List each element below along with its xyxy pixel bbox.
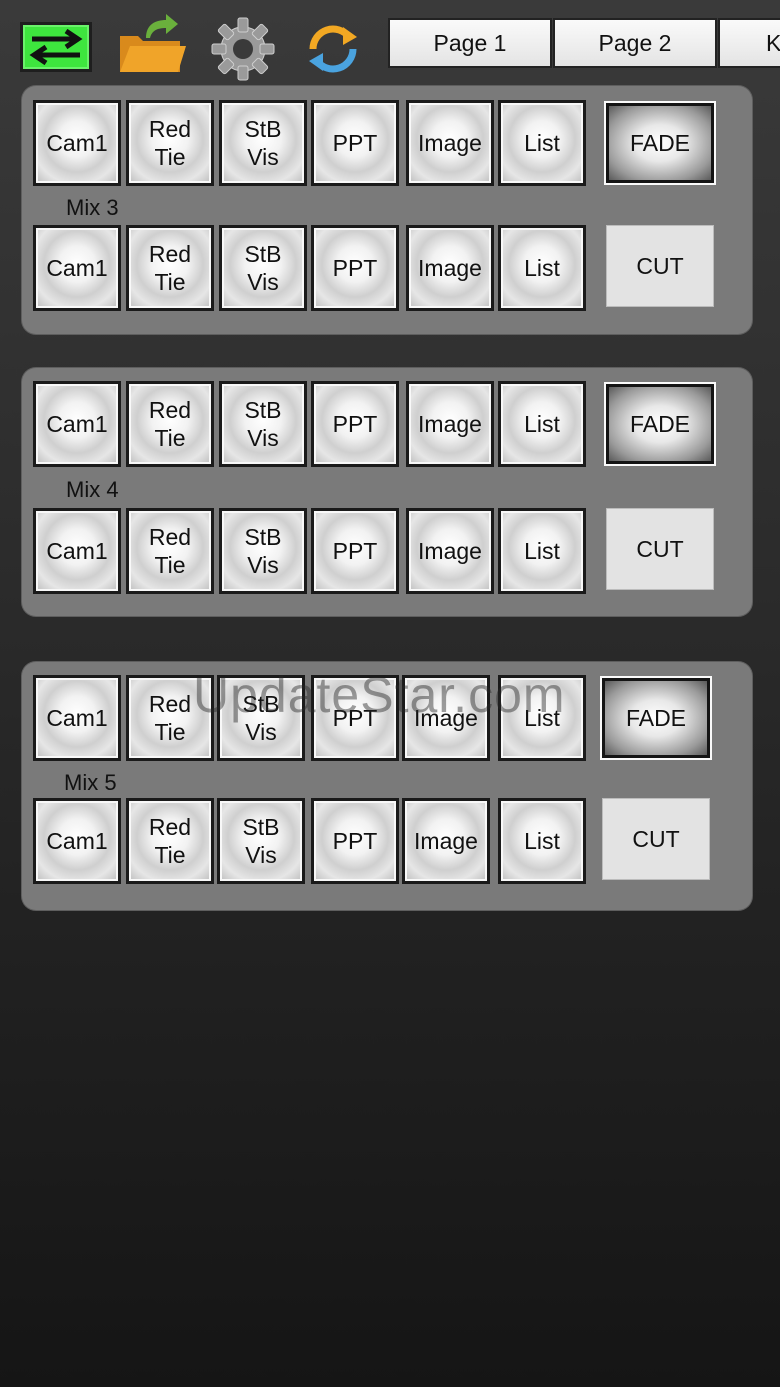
- preview-source-button[interactable]: Red Tie: [126, 225, 214, 311]
- preview-source-button[interactable]: StB Vis: [219, 225, 307, 311]
- program-source-button[interactable]: Image: [402, 675, 490, 761]
- fade-button[interactable]: FADE: [606, 384, 714, 464]
- mix-panel: Cam1 Red Tie StB Vis PPT Image List FADE…: [22, 662, 752, 910]
- preview-source-button[interactable]: List: [498, 798, 586, 884]
- swap-arrows-icon: [29, 28, 83, 66]
- preview-source-button[interactable]: List: [498, 508, 586, 594]
- preview-source-button[interactable]: StB Vis: [219, 508, 307, 594]
- preview-source-button[interactable]: Image: [402, 798, 490, 884]
- preview-source-button[interactable]: Image: [406, 508, 494, 594]
- program-source-button[interactable]: PPT: [311, 100, 399, 186]
- program-source-button[interactable]: Image: [406, 100, 494, 186]
- swap-button[interactable]: [20, 22, 92, 72]
- preview-source-button[interactable]: Image: [406, 225, 494, 311]
- program-source-button[interactable]: Red Tie: [126, 100, 214, 186]
- mix-panel: Cam1 Red Tie StB Vis PPT Image List FADE…: [22, 368, 752, 616]
- folder-open-icon: [120, 14, 186, 72]
- preview-source-button[interactable]: PPT: [311, 798, 399, 884]
- preview-source-button[interactable]: Cam1: [33, 798, 121, 884]
- preview-source-button[interactable]: List: [498, 225, 586, 311]
- program-source-button[interactable]: Cam1: [33, 100, 121, 186]
- program-source-button[interactable]: PPT: [311, 675, 399, 761]
- sync-button[interactable]: [300, 18, 366, 80]
- program-source-button[interactable]: List: [498, 100, 586, 186]
- program-source-button[interactable]: Red Tie: [126, 675, 214, 761]
- top-toolbar: Page 1 Page 2 K: [0, 0, 780, 86]
- program-source-button[interactable]: StB Vis: [219, 100, 307, 186]
- preview-source-button[interactable]: Cam1: [33, 508, 121, 594]
- gear-icon: [211, 17, 275, 81]
- preview-source-button[interactable]: PPT: [311, 508, 399, 594]
- program-source-button[interactable]: PPT: [311, 381, 399, 467]
- program-source-button[interactable]: StB Vis: [219, 381, 307, 467]
- settings-button[interactable]: [208, 16, 278, 82]
- cut-button[interactable]: CUT: [602, 798, 710, 880]
- mix-label: Mix 5: [64, 770, 117, 795]
- fade-button[interactable]: FADE: [602, 678, 710, 758]
- preview-source-button[interactable]: StB Vis: [217, 798, 305, 884]
- tab-page-2[interactable]: Page 2: [553, 18, 717, 68]
- open-folder-button[interactable]: [116, 14, 188, 76]
- mix-label: Mix 4: [66, 477, 119, 502]
- program-source-button[interactable]: Image: [406, 381, 494, 467]
- cut-button[interactable]: CUT: [606, 508, 714, 590]
- program-source-button[interactable]: Cam1: [33, 675, 121, 761]
- preview-source-button[interactable]: Cam1: [33, 225, 121, 311]
- tab-page-1[interactable]: Page 1: [388, 18, 552, 68]
- program-source-button[interactable]: List: [498, 381, 586, 467]
- preview-source-button[interactable]: Red Tie: [126, 798, 214, 884]
- program-source-button[interactable]: List: [498, 675, 586, 761]
- mix-panel: Cam1 Red Tie StB Vis PPT Image List FADE…: [22, 86, 752, 334]
- sync-icon: [309, 25, 357, 73]
- preview-source-button[interactable]: Red Tie: [126, 508, 214, 594]
- program-source-button[interactable]: Cam1: [33, 381, 121, 467]
- program-source-button[interactable]: StB Vis: [217, 675, 305, 761]
- fade-button[interactable]: FADE: [606, 103, 714, 183]
- cut-button[interactable]: CUT: [606, 225, 714, 307]
- mix-label: Mix 3: [66, 195, 119, 220]
- preview-source-button[interactable]: PPT: [311, 225, 399, 311]
- program-source-button[interactable]: Red Tie: [126, 381, 214, 467]
- tab-page-3[interactable]: K: [718, 18, 780, 68]
